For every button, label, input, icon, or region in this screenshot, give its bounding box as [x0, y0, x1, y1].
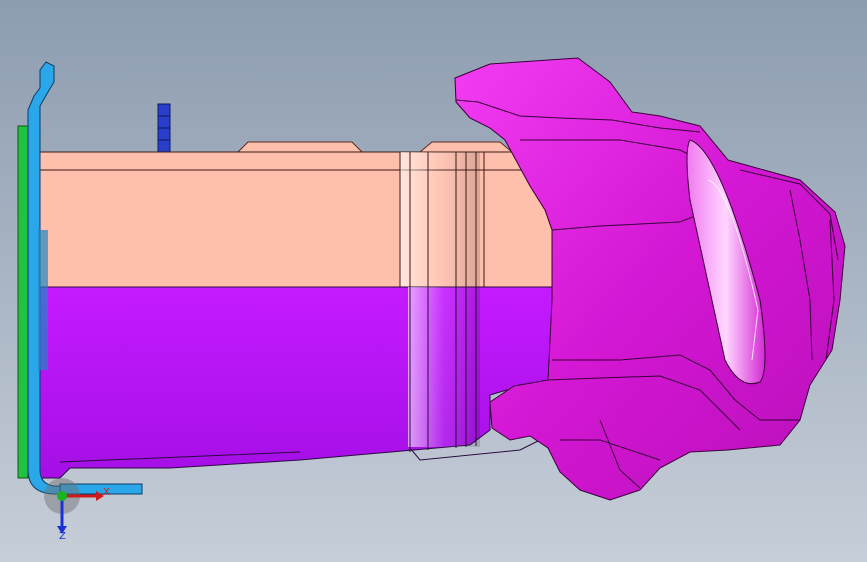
post-body	[157, 103, 171, 155]
y-axis-dot	[57, 491, 67, 501]
model-scene[interactable]	[0, 0, 867, 562]
z-axis-label: Z	[59, 531, 66, 542]
plate-face	[17, 125, 29, 479]
cad-viewport[interactable]: X Z	[0, 0, 867, 562]
x-axis-label: X	[103, 487, 110, 498]
lower-housing-part[interactable]	[37, 286, 553, 479]
mounting-plate[interactable]	[17, 125, 29, 479]
post[interactable]	[157, 103, 171, 155]
upper-housing-part[interactable]	[37, 141, 553, 288]
